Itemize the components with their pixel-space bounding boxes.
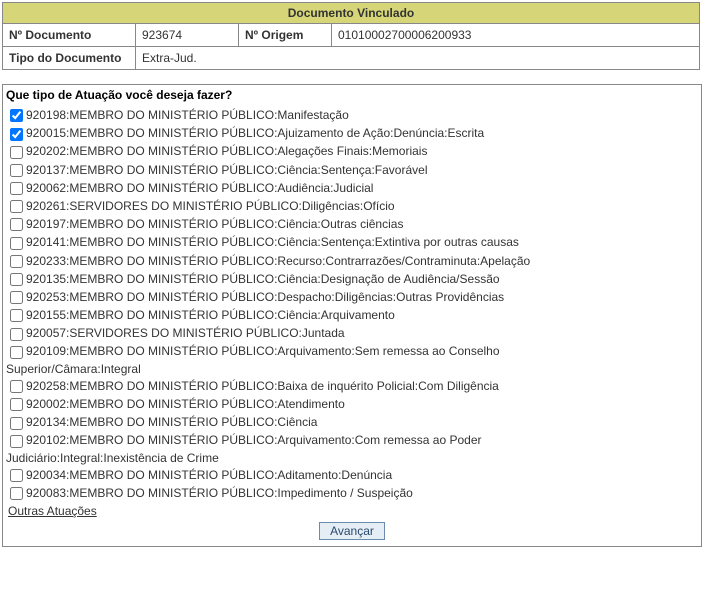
list-item: 920109:MEMBRO DO MINISTÉRIO PÚBLICO:Arqu…: [4, 342, 700, 360]
atuacao-checkbox[interactable]: [10, 469, 23, 482]
list-item: 920034:MEMBRO DO MINISTÉRIO PÚBLICO:Adit…: [4, 466, 700, 484]
list-item: 920137:MEMBRO DO MINISTÉRIO PÚBLICO:Ciên…: [4, 161, 700, 179]
atuacao-label: 920034:MEMBRO DO MINISTÉRIO PÚBLICO:Adit…: [26, 468, 392, 482]
atuacao-label: 920109:MEMBRO DO MINISTÉRIO PÚBLICO:Arqu…: [26, 344, 500, 358]
list-item: 920062:MEMBRO DO MINISTÉRIO PÚBLICO:Audi…: [4, 179, 700, 197]
atuacao-label-continuation: Superior/Câmara:Integral: [6, 361, 700, 377]
documento-vinculado-table: Documento Vinculado Nº Documento 923674 …: [2, 2, 700, 70]
list-item: 920083:MEMBRO DO MINISTÉRIO PÚBLICO:Impe…: [4, 484, 700, 502]
atuacao-checkbox[interactable]: [10, 218, 23, 231]
atuacao-checkbox[interactable]: [10, 164, 23, 177]
list-item: 920135:MEMBRO DO MINISTÉRIO PÚBLICO:Ciên…: [4, 270, 700, 288]
list-item: 920015:MEMBRO DO MINISTÉRIO PÚBLICO:Ajui…: [4, 124, 700, 142]
atuacao-label: 920197:MEMBRO DO MINISTÉRIO PÚBLICO:Ciên…: [26, 217, 403, 231]
atuacao-label: 920135:MEMBRO DO MINISTÉRIO PÚBLICO:Ciên…: [26, 272, 500, 286]
atuacao-checkbox[interactable]: [10, 346, 23, 359]
label-numero-origem: Nº Origem: [239, 24, 332, 47]
list-item: 920155:MEMBRO DO MINISTÉRIO PÚBLICO:Ciên…: [4, 306, 700, 324]
atuacao-checkbox[interactable]: [10, 182, 23, 195]
atuacao-label: 920253:MEMBRO DO MINISTÉRIO PÚBLICO:Desp…: [26, 290, 504, 304]
atuacao-checkbox[interactable]: [10, 309, 23, 322]
atuacao-label: 920102:MEMBRO DO MINISTÉRIO PÚBLICO:Arqu…: [26, 433, 482, 447]
value-numero-origem: 01010002700006200933: [332, 24, 700, 47]
atuacao-checkbox[interactable]: [10, 435, 23, 448]
value-numero-documento: 923674: [136, 24, 239, 47]
label-numero-documento: Nº Documento: [3, 24, 136, 47]
atuacao-label: 920155:MEMBRO DO MINISTÉRIO PÚBLICO:Ciên…: [26, 308, 395, 322]
atuacao-checkbox[interactable]: [10, 328, 23, 341]
atuacao-checkbox[interactable]: [10, 237, 23, 250]
list-item: 920258:MEMBRO DO MINISTÉRIO PÚBLICO:Baix…: [4, 377, 700, 395]
list-item: 920134:MEMBRO DO MINISTÉRIO PÚBLICO:Ciên…: [4, 413, 700, 431]
atuacao-label: 920198:MEMBRO DO MINISTÉRIO PÚBLICO:Mani…: [26, 108, 349, 122]
atuacao-list: 920198:MEMBRO DO MINISTÉRIO PÚBLICO:Mani…: [4, 106, 700, 502]
list-item: 920253:MEMBRO DO MINISTÉRIO PÚBLICO:Desp…: [4, 288, 700, 306]
atuacao-checkbox[interactable]: [10, 398, 23, 411]
atuacao-label: 920137:MEMBRO DO MINISTÉRIO PÚBLICO:Ciên…: [26, 163, 427, 177]
list-item: 920233:MEMBRO DO MINISTÉRIO PÚBLICO:Recu…: [4, 252, 700, 270]
atuacao-label: 920002:MEMBRO DO MINISTÉRIO PÚBLICO:Aten…: [26, 397, 345, 411]
label-tipo-documento: Tipo do Documento: [3, 47, 136, 70]
atuacao-label: 920233:MEMBRO DO MINISTÉRIO PÚBLICO:Recu…: [26, 254, 530, 268]
atuacao-checkbox[interactable]: [10, 380, 23, 393]
atuacao-checkbox[interactable]: [10, 109, 23, 122]
question-label: Que tipo de Atuação você deseja fazer?: [6, 88, 700, 102]
atuacao-label: 920258:MEMBRO DO MINISTÉRIO PÚBLICO:Baix…: [26, 379, 499, 393]
atuacao-label: 920134:MEMBRO DO MINISTÉRIO PÚBLICO:Ciên…: [26, 415, 317, 429]
value-tipo-documento: Extra-Jud.: [136, 47, 700, 70]
avancar-button[interactable]: Avançar: [319, 522, 385, 540]
atuacao-checkbox[interactable]: [10, 255, 23, 268]
atuacao-checkbox[interactable]: [10, 487, 23, 500]
list-item: 920198:MEMBRO DO MINISTÉRIO PÚBLICO:Mani…: [4, 106, 700, 124]
list-item: 920202:MEMBRO DO MINISTÉRIO PÚBLICO:Aleg…: [4, 142, 700, 160]
atuacao-checkbox[interactable]: [10, 200, 23, 213]
list-item: 920102:MEMBRO DO MINISTÉRIO PÚBLICO:Arqu…: [4, 431, 700, 449]
atuacao-checkbox[interactable]: [10, 128, 23, 141]
atuacao-label: 920261:SERVIDORES DO MINISTÉRIO PÚBLICO:…: [26, 199, 395, 213]
atuacao-label: 920015:MEMBRO DO MINISTÉRIO PÚBLICO:Ajui…: [26, 126, 484, 140]
atuacao-checkbox[interactable]: [10, 146, 23, 159]
atuacao-label: 920141:MEMBRO DO MINISTÉRIO PÚBLICO:Ciên…: [26, 235, 519, 249]
list-item: 920002:MEMBRO DO MINISTÉRIO PÚBLICO:Aten…: [4, 395, 700, 413]
table-title: Documento Vinculado: [3, 3, 700, 24]
atuacao-checkbox[interactable]: [10, 417, 23, 430]
atuacao-label: 920083:MEMBRO DO MINISTÉRIO PÚBLICO:Impe…: [26, 486, 413, 500]
list-item: 920057:SERVIDORES DO MINISTÉRIO PÚBLICO:…: [4, 324, 700, 342]
atuacao-label: 920057:SERVIDORES DO MINISTÉRIO PÚBLICO:…: [26, 326, 345, 340]
list-item: 920141:MEMBRO DO MINISTÉRIO PÚBLICO:Ciên…: [4, 233, 700, 251]
list-item: 920261:SERVIDORES DO MINISTÉRIO PÚBLICO:…: [4, 197, 700, 215]
atuacao-checkbox[interactable]: [10, 273, 23, 286]
atuacao-label: 920062:MEMBRO DO MINISTÉRIO PÚBLICO:Audi…: [26, 181, 373, 195]
list-item: 920197:MEMBRO DO MINISTÉRIO PÚBLICO:Ciên…: [4, 215, 700, 233]
atuacao-panel: Que tipo de Atuação você deseja fazer? 9…: [2, 84, 702, 547]
atuacao-checkbox[interactable]: [10, 291, 23, 304]
atuacao-label-continuation: Judiciário:Integral:Inexistência de Crim…: [6, 450, 700, 466]
atuacao-label: 920202:MEMBRO DO MINISTÉRIO PÚBLICO:Aleg…: [26, 144, 427, 158]
outras-atuacoes-link[interactable]: Outras Atuações: [8, 504, 97, 518]
